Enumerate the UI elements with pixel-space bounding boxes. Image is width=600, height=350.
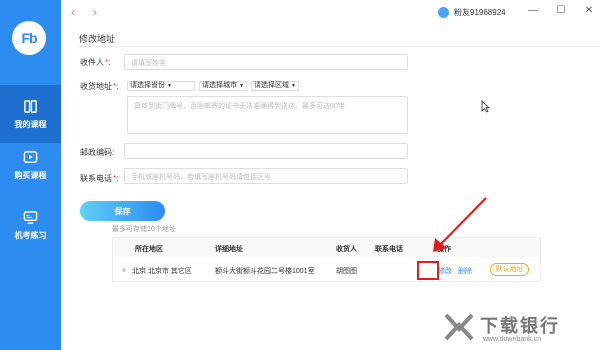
column-header: 详细地址 [215, 246, 243, 253]
column-header: 所在地区 [135, 246, 163, 253]
region-cell: 北京 北京市 其它区 [132, 268, 192, 275]
sidebar-item-label: 机考练习 [14, 230, 47, 240]
recipient-label: 收件人*: [80, 58, 111, 67]
address-detail-textarea[interactable]: 具体到街门牌号，否则邮寄的证书无法准确得到送达。最多可达60字 [127, 96, 408, 134]
close-button[interactable]: ✕ [582, 4, 596, 18]
sidebar-item-label: 购买课程 [14, 170, 47, 180]
recipient-cell: 胡图图 [336, 268, 357, 275]
divider [79, 46, 600, 47]
forward-button[interactable]: › [88, 5, 102, 19]
maximize-button[interactable]: ☐ [554, 4, 568, 18]
back-button[interactable]: ‹ [66, 5, 80, 19]
avatar[interactable] [438, 7, 449, 18]
app-logo: Fb [12, 21, 46, 55]
address-label: 收货地址*: [80, 82, 119, 91]
column-header: 收货人 [336, 246, 357, 253]
page-title: 修改地址 [79, 34, 116, 44]
recipient-input[interactable]: 请填写姓名 [124, 54, 408, 70]
username[interactable]: 粉友91968924 [454, 7, 506, 18]
save-button[interactable]: 保存 [80, 201, 165, 221]
phone-label: 联系电话*: [80, 174, 119, 183]
city-select[interactable]: 请选择城市 ▼ [199, 81, 247, 91]
province-select[interactable]: 请选择省份 ▼ [127, 81, 195, 91]
delete-link[interactable]: 删除 [458, 266, 472, 276]
detail-cell: 额斗大街额斗花园二号楼1001室 [215, 268, 315, 275]
postcode-input[interactable] [124, 143, 408, 159]
sidebar: Fb 我的课程 购买课程 机考练习 [0, 0, 61, 350]
annotation-highlight-box [417, 261, 439, 280]
chevron-down-icon: ▼ [167, 83, 172, 89]
watermark: 下载银行 www.downbank.cn [440, 307, 600, 350]
sidebar-item-label: 我的课程 [14, 119, 47, 129]
watermark-text: 下载银行 [480, 316, 560, 336]
annotation-arrow [433, 197, 487, 252]
watermark-url: www.downbank.cn [483, 336, 541, 343]
address-limit-hint: 最多可存储10个地址 [112, 226, 176, 233]
column-header: 联系电话 [375, 246, 403, 253]
chevron-down-icon: ▼ [239, 83, 244, 89]
row-radio[interactable] [122, 268, 126, 272]
monitor-icon [23, 210, 38, 224]
title-bar: ‹ › 粉友91968924 — ☐ ✕ [61, 0, 600, 25]
main-content: 修改地址 收件人*: 请填写姓名 收货地址*: 请选择省份 ▼ 请选择城市 ▼ 请选… [61, 25, 600, 350]
district-select[interactable]: 请选择区域 ▼ [251, 81, 299, 91]
book-icon [24, 99, 37, 113]
mouse-cursor-icon [481, 100, 490, 113]
sidebar-item-exam-practice[interactable]: 机考练习 [0, 196, 61, 254]
table-row: 北京 北京市 其它区 额斗大街额斗花园二号楼1001室 胡图图 修改 删除 默认… [113, 257, 540, 282]
default-address-tag[interactable]: 默认地址 [490, 263, 529, 276]
minimize-button[interactable]: — [526, 4, 540, 18]
phone-input[interactable]: 手机或座机号码，若填写座机号码请包括区号 [124, 168, 408, 184]
chevron-down-icon: ▼ [291, 83, 296, 89]
play-icon [23, 150, 38, 163]
watermark-logo-icon [444, 313, 474, 341]
sidebar-item-buy-courses[interactable]: 购买课程 [0, 136, 61, 194]
sidebar-item-my-courses[interactable]: 我的课程 [0, 85, 61, 143]
edit-link[interactable]: 修改 [438, 266, 452, 276]
postcode-label: 邮政编码: [80, 148, 115, 157]
